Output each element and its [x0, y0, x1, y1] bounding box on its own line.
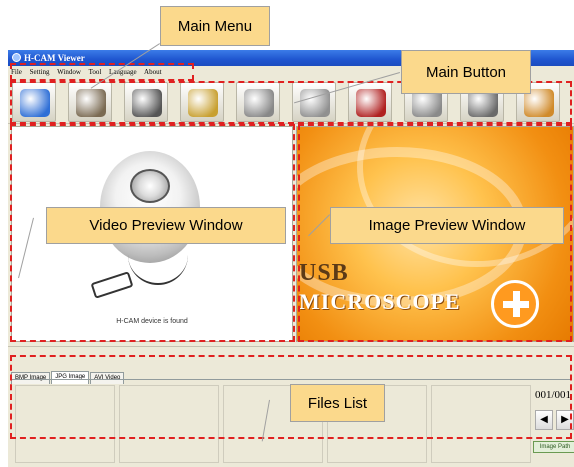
image-preview-callout: Image Preview Window — [330, 207, 564, 244]
video-preview-callout: Video Preview Window — [46, 207, 286, 244]
files-list-callout: Files List — [290, 384, 385, 422]
app-icon — [12, 53, 21, 62]
main-menu-outline — [10, 63, 194, 81]
main-menu-callout: Main Menu — [160, 6, 270, 46]
image-path-button[interactable]: Image Path — [533, 441, 574, 453]
main-button-callout: Main Button — [401, 50, 531, 94]
window-title: H-CAM Viewer — [24, 53, 85, 63]
